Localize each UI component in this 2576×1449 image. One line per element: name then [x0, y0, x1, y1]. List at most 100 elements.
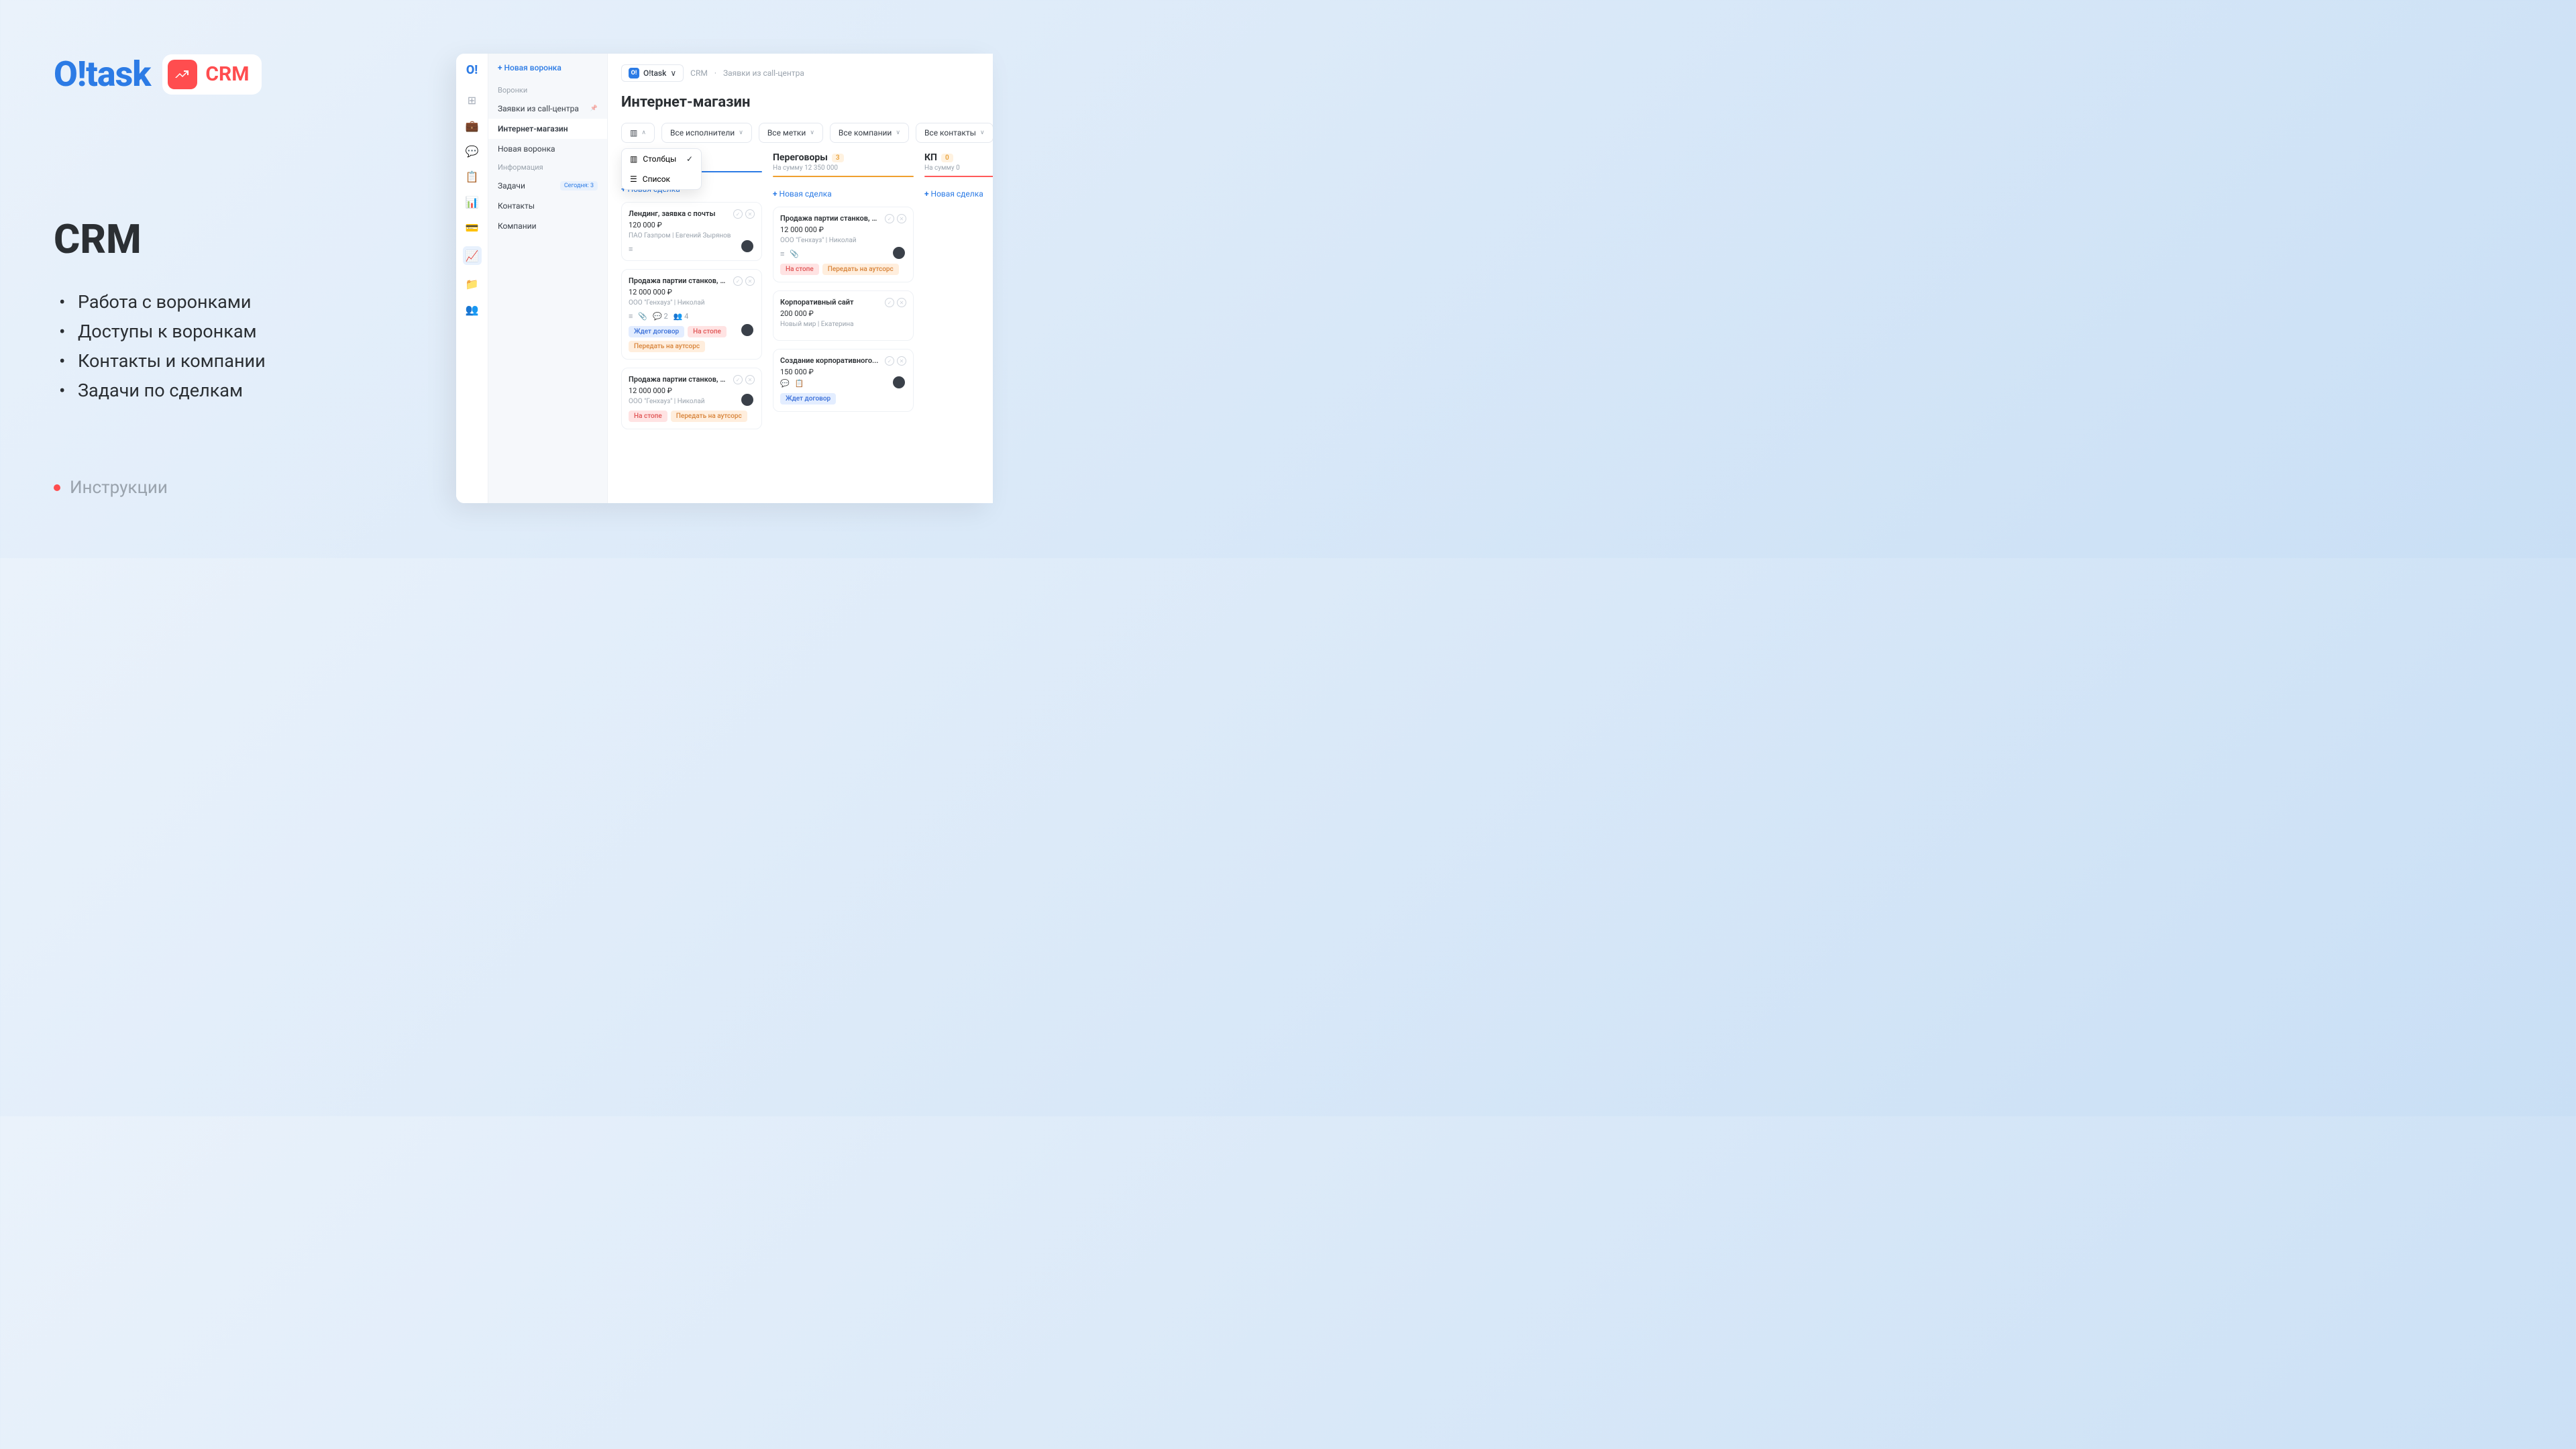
sidebar-section-label: Информация [488, 159, 607, 176]
avatar[interactable] [740, 239, 755, 254]
wallet-icon[interactable]: 💳 [466, 221, 479, 234]
new-deal-button[interactable]: Новая сделка [773, 181, 914, 207]
deal-card[interactable]: ✓✕ Продажа партии станков, 1... 12 000 0… [773, 207, 914, 282]
column-title: КП [924, 152, 937, 163]
chevron-down-icon: ∨ [896, 129, 900, 136]
new-funnel-button[interactable]: Новая воронка [488, 63, 607, 82]
chat-icon[interactable]: 💬 [466, 144, 479, 158]
card-meta-icon: 📋 [795, 379, 804, 388]
approve-icon[interactable]: ✓ [733, 375, 743, 384]
sidebar-item-calls[interactable]: Заявки из call-центра [488, 99, 607, 119]
tag[interactable]: Передать на аутсорс [822, 264, 899, 275]
close-icon[interactable]: ✕ [897, 298, 906, 307]
card-meta: ООО "Генхауз" | Николай [780, 237, 906, 244]
briefcase-icon[interactable]: 💼 [466, 119, 479, 132]
sidebar-item-companies[interactable]: Компании [488, 216, 607, 236]
column-subtitle: На сумму 0 [924, 164, 993, 172]
tag[interactable]: Ждет договор [629, 326, 684, 337]
avatar[interactable] [892, 246, 906, 260]
tag[interactable]: На стопе [780, 264, 819, 275]
breadcrumb-item[interactable]: Заявки из call-центра [723, 68, 804, 78]
filter-assignees[interactable]: Все исполнители∨ [661, 123, 752, 143]
tag[interactable]: На стопе [688, 326, 727, 337]
workspace-selector[interactable]: O! O!task ∨ [621, 64, 684, 82]
filter-companies[interactable]: Все компании∨ [830, 123, 909, 143]
card-price: 12 000 000 ₽ [629, 386, 755, 395]
sidebar-item-new-funnel[interactable]: Новая воронка [488, 139, 607, 159]
filter-labels[interactable]: Все метки∨ [759, 123, 823, 143]
columns-icon: ▥ [630, 154, 637, 164]
card-meta-icon: 💬 2 [653, 312, 668, 321]
tag[interactable]: Передать на аутсорс [629, 341, 705, 352]
column-count-badge: 3 [832, 154, 844, 162]
approve-icon[interactable]: ✓ [885, 356, 894, 366]
dashboard-icon[interactable]: ⊞ [466, 93, 479, 107]
deal-card[interactable]: ✓✕ Продажа партии станков, 1... 12 000 0… [621, 368, 762, 429]
card-title: Продажа партии станков, 1... [780, 214, 881, 223]
card-price: 200 000 ₽ [780, 309, 906, 318]
stats-icon[interactable]: 📊 [466, 195, 479, 209]
avatar[interactable] [740, 392, 755, 407]
folder-icon[interactable]: 📁 [466, 277, 479, 290]
deal-card[interactable]: ✓✕ Лендинг, заявка с почты 120 000 ₽ ПАО… [621, 202, 762, 261]
tag[interactable]: Ждет договор [780, 393, 836, 405]
approve-icon[interactable]: ✓ [885, 298, 894, 307]
main-content: O! O!task ∨ CRM · Заявки из call-центра … [608, 54, 993, 503]
close-icon[interactable]: ✕ [745, 276, 755, 286]
chart-icon [168, 60, 197, 89]
card-meta-icon: ≡ [629, 245, 633, 254]
crm-nav-icon[interactable]: 📈 [463, 246, 482, 265]
sidebar-item-contacts[interactable]: Контакты [488, 196, 607, 216]
deal-card[interactable]: ✓✕ Корпоративный сайт 200 000 ₽ Новый ми… [773, 290, 914, 341]
card-meta-icon: ≡ [780, 250, 784, 258]
view-toggle[interactable]: ▥∧ [621, 123, 655, 143]
approve-icon[interactable]: ✓ [885, 214, 894, 223]
approve-icon[interactable]: ✓ [733, 209, 743, 219]
column-count-badge: 0 [941, 154, 953, 162]
tag[interactable]: На стопе [629, 411, 667, 422]
kanban-column: Переговоры3На сумму 12 350 000Новая сдел… [773, 152, 914, 437]
users-icon[interactable]: 👥 [466, 303, 479, 316]
kanban-column: Новая сделка ✓✕ Лендинг, заявка с почты … [621, 152, 762, 437]
view-option-columns[interactable]: ▥Столбцы✓ [622, 149, 701, 169]
card-title: Создание корпоративного... [780, 356, 881, 365]
card-meta-icon: ≡ [629, 312, 633, 321]
new-deal-button[interactable]: Новая сделка [924, 181, 993, 207]
chevron-down-icon: ∨ [810, 129, 814, 136]
chevron-down-icon: ∨ [980, 129, 985, 136]
page-title: Интернет-магазин [621, 94, 993, 111]
close-icon[interactable]: ✕ [745, 375, 755, 384]
breadcrumb-item[interactable]: CRM [690, 68, 708, 78]
card-title: Продажа партии станков, 1... [629, 276, 729, 285]
breadcrumb-sep: · [714, 68, 716, 78]
view-option-list[interactable]: ☰Список [622, 169, 701, 189]
crm-badge-text: CRM [205, 62, 249, 86]
close-icon[interactable]: ✕ [897, 214, 906, 223]
deal-card[interactable]: ✓✕ Создание корпоративного... 150 000 ₽ … [773, 349, 914, 412]
close-icon[interactable]: ✕ [745, 209, 755, 219]
crm-badge: CRM [162, 54, 261, 95]
column-title: Переговоры [773, 152, 828, 163]
approve-icon[interactable]: ✓ [733, 276, 743, 286]
close-icon[interactable]: ✕ [897, 356, 906, 366]
card-title: Корпоративный сайт [780, 298, 881, 307]
card-meta: ООО "Генхауз" | Николай [629, 299, 755, 307]
avatar[interactable] [892, 375, 906, 390]
mini-logo[interactable]: O! [466, 63, 478, 77]
sidebar-item-tasks[interactable]: ЗадачиСегодня: 3 [488, 176, 607, 196]
sidebar: Новая воронка Воронки Заявки из call-цен… [488, 54, 608, 503]
sidebar-item-shop[interactable]: Интернет-магазин [488, 119, 607, 139]
avatar[interactable] [740, 323, 755, 337]
card-meta-icon: 📎 [638, 312, 647, 321]
kanban-columns: Новая сделка ✓✕ Лендинг, заявка с почты … [621, 152, 993, 437]
card-price: 150 000 ₽ [780, 368, 906, 376]
dot-icon [54, 484, 60, 491]
tag[interactable]: Передать на аутсорс [671, 411, 747, 422]
card-price: 12 000 000 ₽ [780, 225, 906, 234]
view-dropdown: ▥Столбцы✓ ☰Список [621, 148, 702, 190]
notes-icon[interactable]: 📋 [466, 170, 479, 183]
card-meta: Новый мир | Екатерина [780, 321, 906, 328]
filter-contacts[interactable]: Все контакты∨ [916, 123, 993, 143]
deal-card[interactable]: ✓✕ Продажа партии станков, 1... 12 000 0… [621, 269, 762, 360]
card-meta-icon: 📎 [790, 250, 799, 258]
